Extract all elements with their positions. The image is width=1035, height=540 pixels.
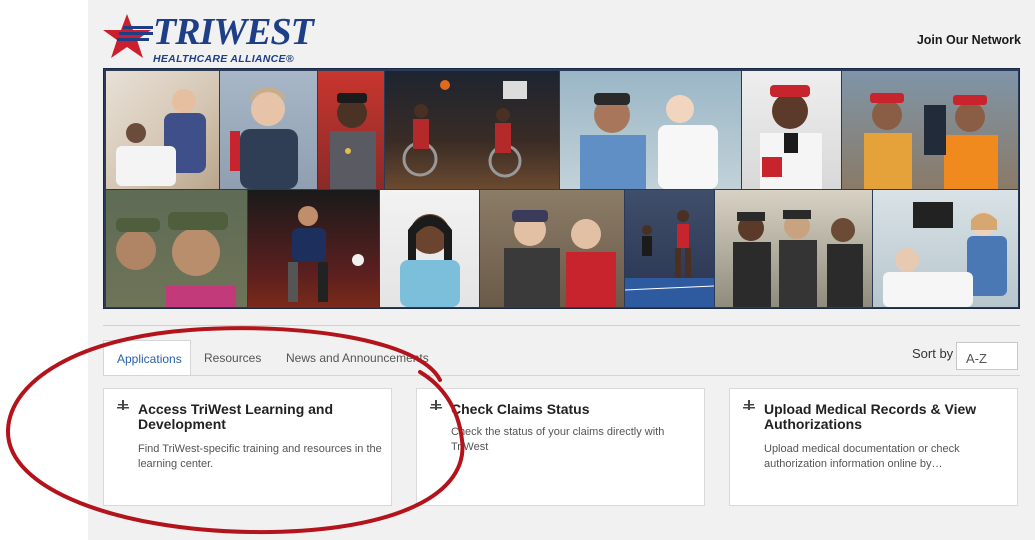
- sort-label: Sort by: [912, 346, 954, 361]
- photo-nurse-smiling: [380, 190, 479, 307]
- photo-veterans-ceremony: [715, 190, 872, 307]
- sort-select[interactable]: A-Z: [956, 342, 1018, 370]
- card-upload-medical-records[interactable]: Upload Medical Records & View Authorizat…: [729, 388, 1018, 506]
- tab-news-and-announcements[interactable]: News and Announcements: [273, 340, 442, 376]
- photo-nurse-with-patient: [106, 71, 219, 189]
- application-icon: [743, 400, 755, 410]
- logo-wordmark: TRIWEST: [153, 11, 314, 53]
- photo-nurse-with-elderly-patient: [873, 190, 1018, 307]
- photo-athlete-prosthetic: [248, 190, 379, 307]
- photo-doctor-with-veteran: [560, 71, 741, 189]
- tab-resources[interactable]: Resources: [191, 340, 274, 376]
- section-divider: [103, 325, 1020, 326]
- card-title: Check Claims Status: [451, 401, 590, 417]
- card-description: Find TriWest-specific training and resou…: [138, 443, 382, 470]
- photo-veteran-cap: [318, 71, 384, 189]
- card-description: Check the status of your claims directly…: [451, 426, 665, 453]
- card-description: Upload medical documentation or check au…: [764, 443, 960, 470]
- application-icon: [430, 400, 442, 410]
- card-access-triwest-learning[interactable]: Access TriWest Learning and Development …: [103, 388, 392, 506]
- photo-track-runners: [625, 190, 714, 307]
- triwest-logo[interactable]: TRIWEST HEALTHCARE ALLIANCE®: [103, 10, 314, 68]
- photo-collage: [103, 68, 1020, 309]
- photo-veteran-woman-smiling: [742, 71, 841, 189]
- application-icon: [117, 400, 129, 410]
- card-check-claims-status[interactable]: Check Claims Status Check the status of …: [416, 388, 705, 506]
- tab-applications[interactable]: Applications: [103, 340, 191, 376]
- card-title: Upload Medical Records & View Authorizat…: [764, 401, 977, 432]
- logo-subtitle: HEALTHCARE ALLIANCE®: [153, 53, 294, 65]
- photo-veterans-caps: [106, 190, 247, 307]
- photo-veteran-pilot: [220, 71, 317, 189]
- photo-women-veterans: [480, 190, 624, 307]
- photo-wheelchair-basketball: [385, 71, 559, 189]
- card-title: Access TriWest Learning and Development: [138, 401, 334, 432]
- tab-underline: [103, 375, 1020, 376]
- join-our-network-link[interactable]: Join Our Network: [917, 33, 1021, 47]
- photo-code-talker-veterans: [842, 71, 1018, 189]
